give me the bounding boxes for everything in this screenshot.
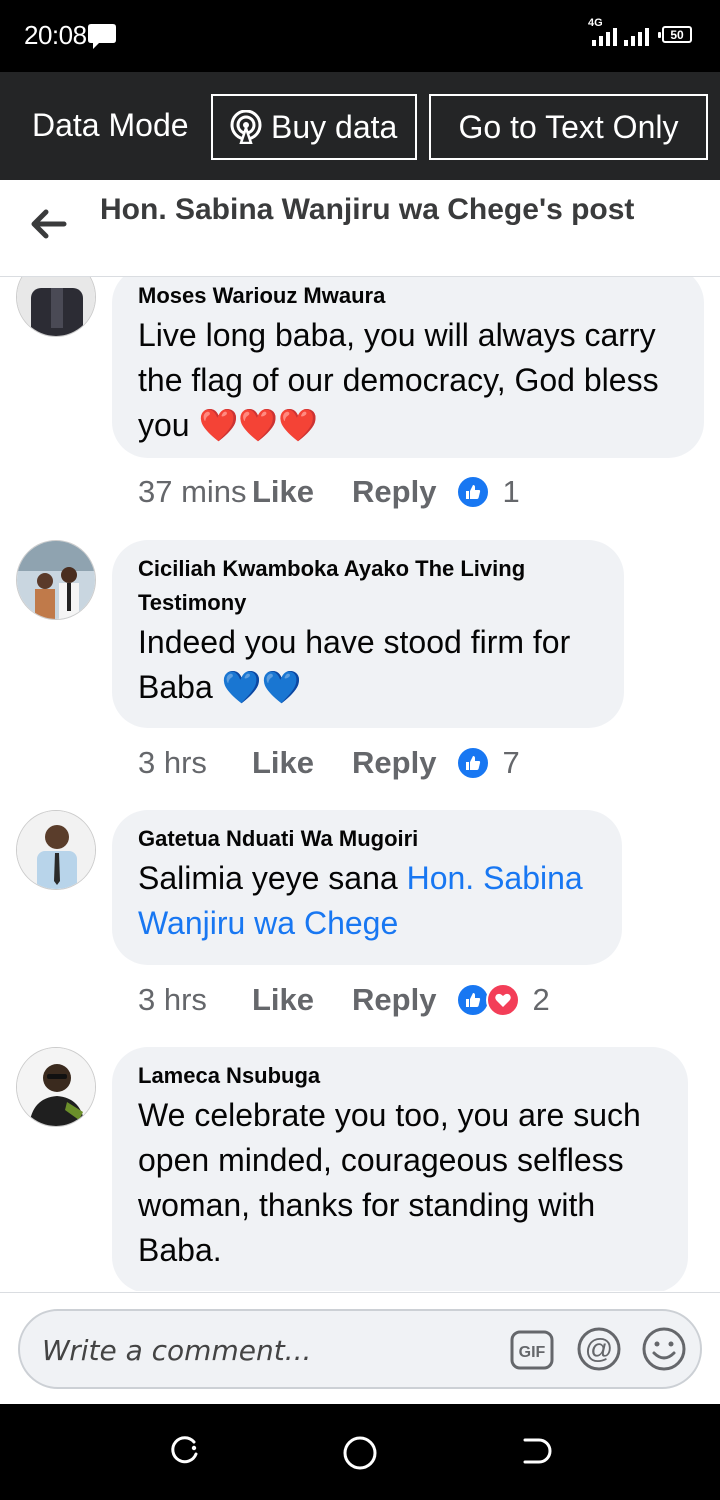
comment-composer[interactable]: GIF @ bbox=[18, 1309, 702, 1389]
like-reaction-icon bbox=[456, 746, 491, 780]
avatar-image bbox=[17, 1048, 95, 1126]
battery-icon: 50 bbox=[658, 26, 692, 43]
comment-bubble: Ciciliah Kwamboka Ayako The Living Testi… bbox=[112, 540, 624, 728]
reaction-count[interactable]: 7 bbox=[502, 745, 519, 781]
buy-data-button[interactable]: Buy data bbox=[211, 94, 417, 160]
comment-bubble: Moses Wariouz Mwaura Live long baba, you… bbox=[112, 277, 704, 458]
comment-actions: 37 mins Like Reply 1 bbox=[138, 472, 520, 512]
reply-button[interactable]: Reply bbox=[352, 745, 436, 781]
reaction-summary[interactable] bbox=[456, 746, 491, 780]
message-notification-icon bbox=[88, 24, 116, 49]
status-bar: 20:08 4G 50 bbox=[0, 0, 720, 72]
comment-text: Indeed you have stood firm for Baba 💙💙 bbox=[138, 624, 571, 705]
reply-button[interactable]: Reply bbox=[352, 474, 436, 510]
comment-text: We celebrate you too, you are such open … bbox=[138, 1097, 641, 1268]
reply-button[interactable]: Reply bbox=[352, 982, 436, 1018]
page-title: Hon. Sabina Wanjiru wa Chege's post bbox=[100, 193, 635, 226]
status-time: 20:08 bbox=[24, 20, 87, 50]
avatar-image bbox=[17, 811, 95, 889]
avatar[interactable] bbox=[16, 277, 96, 337]
comment-author[interactable]: Gatetua Nduati Wa Mugoiri bbox=[138, 822, 596, 856]
comment-author[interactable]: Moses Wariouz Mwaura bbox=[138, 279, 678, 313]
data-mode-bar: Data Mode Buy data Go to Text Only bbox=[0, 72, 720, 180]
comment-bubble: Gatetua Nduati Wa Mugoiri Salimia yeye s… bbox=[112, 810, 622, 965]
love-reaction-icon bbox=[486, 983, 521, 1017]
comment-actions: 3 hrs Like Reply 2 bbox=[138, 980, 550, 1020]
comment-author[interactable]: Ciciliah Kwamboka Ayako The Living Testi… bbox=[138, 552, 598, 620]
signal-strength-icon bbox=[592, 28, 617, 46]
post-header: Hon. Sabina Wanjiru wa Chege's post bbox=[0, 180, 720, 277]
avatar-image bbox=[17, 541, 95, 619]
signal-strength-icon-2 bbox=[624, 28, 649, 46]
comment-time[interactable]: 3 hrs bbox=[138, 745, 252, 781]
comment-text: Salimia yeye sana Hon. Sabina Wanjiru wa… bbox=[138, 856, 596, 946]
like-reaction-icon bbox=[456, 475, 491, 509]
back-nav-icon[interactable] bbox=[519, 1434, 553, 1468]
comment-text: Live long baba, you will always carry th… bbox=[138, 317, 659, 443]
avatar[interactable] bbox=[16, 810, 96, 890]
comment-author[interactable]: Lameca Nsubuga bbox=[138, 1059, 662, 1093]
reaction-summary[interactable] bbox=[456, 983, 521, 1017]
svg-text:GIF: GIF bbox=[519, 1344, 546, 1361]
mention-at-icon[interactable]: @ bbox=[575, 1325, 623, 1373]
avatar[interactable] bbox=[16, 1047, 96, 1127]
like-button[interactable]: Like bbox=[252, 982, 314, 1018]
reaction-count[interactable]: 1 bbox=[502, 474, 519, 510]
like-reaction-icon bbox=[456, 983, 491, 1017]
text-only-label: Go to Text Only bbox=[458, 108, 679, 145]
svg-text:@: @ bbox=[585, 1333, 613, 1364]
battery-level: 50 bbox=[670, 27, 684, 42]
comment-bubble: Lameca Nsubuga We celebrate you too, you… bbox=[112, 1047, 688, 1291]
gif-icon[interactable]: GIF bbox=[510, 1328, 554, 1372]
comment-time[interactable]: 37 mins bbox=[138, 474, 252, 510]
data-mode-label: Data Mode bbox=[32, 107, 189, 143]
recent-apps-icon[interactable] bbox=[168, 1434, 202, 1468]
comment-list[interactable]: Moses Wariouz Mwaura Live long baba, you… bbox=[0, 277, 720, 1291]
comment-time[interactable]: 3 hrs bbox=[138, 982, 252, 1018]
like-button[interactable]: Like bbox=[252, 474, 314, 510]
reaction-summary[interactable] bbox=[456, 475, 491, 509]
avatar[interactable] bbox=[16, 540, 96, 620]
broadcast-icon bbox=[230, 110, 262, 144]
comment-input[interactable] bbox=[40, 1325, 504, 1375]
avatar-image bbox=[17, 277, 95, 336]
comment-composer-bar: GIF @ bbox=[0, 1292, 720, 1405]
comment-text-plain: Salimia yeye sana bbox=[138, 860, 407, 896]
system-navigation-bar bbox=[0, 1404, 720, 1500]
reaction-count[interactable]: 2 bbox=[532, 982, 549, 1018]
home-icon[interactable] bbox=[341, 1434, 379, 1472]
like-button[interactable]: Like bbox=[252, 745, 314, 781]
back-arrow-icon[interactable] bbox=[28, 206, 68, 242]
buy-data-label: Buy data bbox=[271, 108, 398, 145]
emoji-icon[interactable] bbox=[640, 1325, 688, 1373]
go-to-text-only-button[interactable]: Go to Text Only bbox=[429, 94, 708, 160]
comment-actions: 3 hrs Like Reply 7 bbox=[138, 743, 520, 783]
